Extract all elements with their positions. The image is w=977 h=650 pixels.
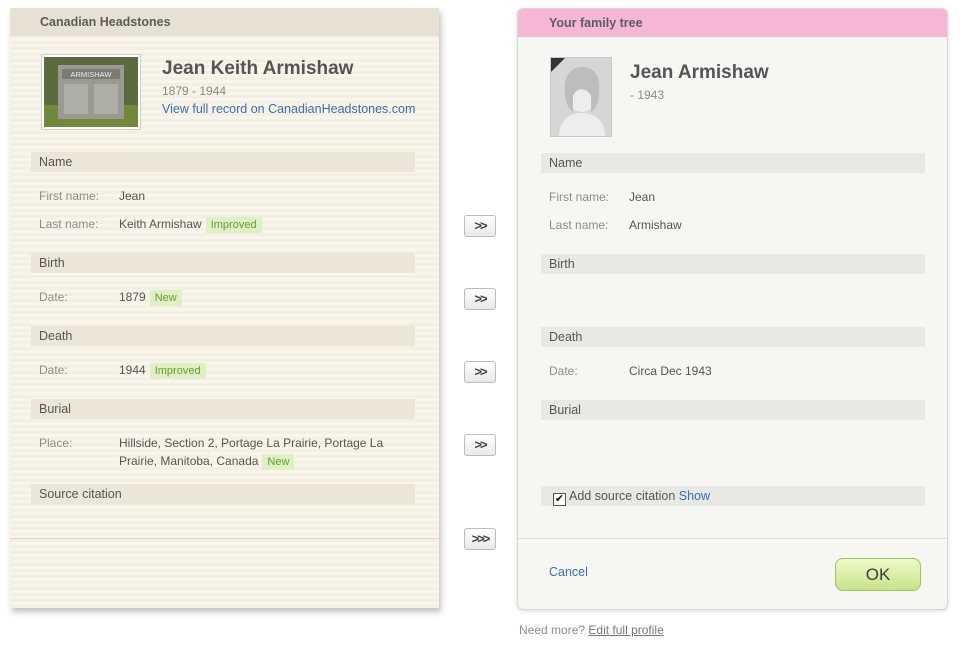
death-date-value: Circa Dec 1943 xyxy=(629,364,712,378)
add-source-citation-label: Add source citation xyxy=(569,489,676,503)
death-date-text: 1944 xyxy=(119,363,146,377)
section-name: Name xyxy=(541,153,925,173)
source-record-panel: Canadian Headstones ARMISHAW Jean Keith … xyxy=(10,8,439,608)
section-burial: Burial xyxy=(31,399,415,419)
death-date-label: Date: xyxy=(549,364,578,378)
section-death: Death xyxy=(31,326,415,346)
section-name: Name xyxy=(31,152,415,172)
birth-date-label: Date: xyxy=(39,290,68,304)
birth-date-value: 1879 New xyxy=(119,288,182,306)
copy-birth-button[interactable]: >> xyxy=(464,288,496,310)
section-source-citation: Source citation xyxy=(31,484,415,504)
copy-name-button[interactable]: >> xyxy=(464,215,496,237)
add-source-citation-checkbox[interactable]: ✔ xyxy=(553,493,566,506)
new-badge: New xyxy=(262,454,295,470)
headstone-image: ARMISHAW xyxy=(44,57,138,127)
last-name-value: Armishaw xyxy=(629,218,682,232)
source-citation-row: ✔ Add source citation Show xyxy=(541,486,925,506)
show-citation-link[interactable]: Show xyxy=(679,489,710,503)
first-name-value: Jean xyxy=(119,189,146,203)
copy-death-button[interactable]: >> xyxy=(464,361,496,383)
last-name-label: Last name: xyxy=(549,218,609,232)
female-silhouette-icon xyxy=(551,58,611,136)
avatar-placeholder-icon xyxy=(550,57,612,137)
improved-badge: Improved xyxy=(205,217,262,233)
panel-divider xyxy=(518,538,947,539)
death-date-value: 1944 Improved xyxy=(119,361,206,379)
source-panel-header: Canadian Headstones xyxy=(10,8,439,36)
last-name-text: Keith Armishaw xyxy=(119,217,202,231)
panel-divider xyxy=(10,538,439,539)
first-name-label: First name: xyxy=(39,189,100,203)
ok-button[interactable]: OK xyxy=(835,558,921,591)
tree-person-name: Jean Armishaw xyxy=(630,62,769,83)
place-value: Hillside, Section 2, Portage La Prairie,… xyxy=(119,434,409,470)
family-tree-header: Your family tree xyxy=(518,9,947,37)
need-more-label: Need more? xyxy=(519,623,586,637)
section-birth: Birth xyxy=(31,253,415,273)
cancel-button[interactable]: Cancel xyxy=(549,565,588,579)
improved-badge: Improved xyxy=(149,363,206,379)
death-date-label: Date: xyxy=(39,363,68,377)
first-name-label: First name: xyxy=(549,190,610,204)
last-name-label: Last name: xyxy=(39,217,99,231)
section-burial: Burial xyxy=(541,400,925,420)
headstone-photo[interactable]: ARMISHAW xyxy=(41,54,141,130)
svg-text:ARMISHAW: ARMISHAW xyxy=(71,70,113,79)
place-label: Place: xyxy=(39,436,73,450)
copy-burial-button[interactable]: >> xyxy=(464,434,496,456)
copy-all-button[interactable]: >>> xyxy=(464,528,496,550)
section-death: Death xyxy=(541,327,925,347)
section-birth: Birth xyxy=(541,254,925,274)
birth-date-text: 1879 xyxy=(119,290,146,304)
view-full-record-link[interactable]: View full record on CanadianHeadstones.c… xyxy=(162,102,415,116)
new-badge: New xyxy=(149,290,182,306)
first-name-value: Jean xyxy=(629,190,656,204)
edit-full-profile-link[interactable]: Edit full profile xyxy=(588,623,663,637)
need-more-text: Need more? Edit full profile xyxy=(519,623,664,637)
place-text: Hillside, Section 2, Portage La Prairie,… xyxy=(119,436,384,468)
source-person-dates: 1879 - 1944 xyxy=(162,84,227,98)
family-tree-panel: Your family tree Jean Armishaw - 1943 Na… xyxy=(517,8,948,610)
tree-person-dates: - 1943 xyxy=(630,88,665,102)
last-name-value: Keith Armishaw Improved xyxy=(119,215,262,233)
source-person-name: Jean Keith Armishaw xyxy=(162,58,354,79)
